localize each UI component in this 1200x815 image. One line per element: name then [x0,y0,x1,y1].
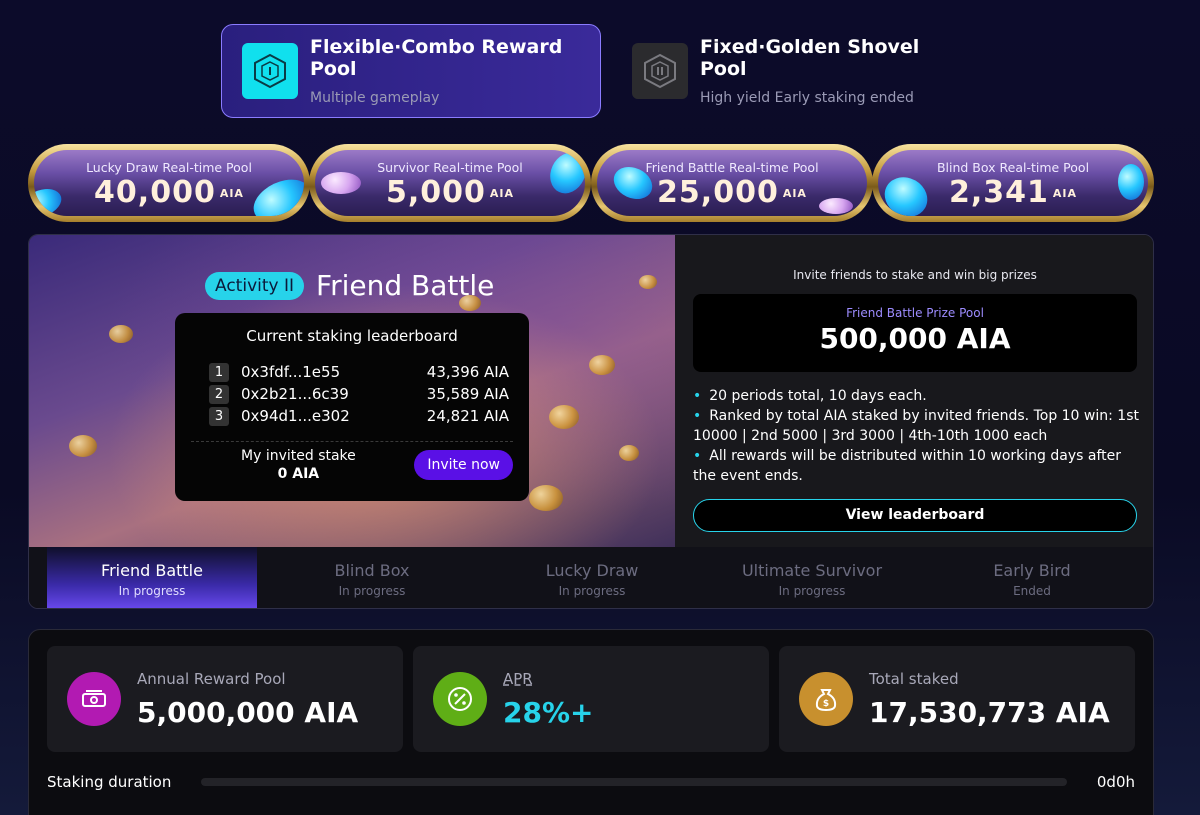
stake-amount: 43,396 AIA [426,363,509,381]
tab-friend-battle[interactable]: Friend Battle In progress [47,547,257,608]
gold-coin-decoration [619,445,639,461]
tab-lucky-draw[interactable]: Lucky Draw In progress [487,547,697,608]
prize-pool-box: Friend Battle Prize Pool 500,000 AIA [693,294,1137,372]
percent-icon [433,672,487,726]
stat-value: 28%+ [503,695,594,729]
view-leaderboard-button[interactable]: View leaderboard [693,499,1137,532]
duration-value: 0d0h [1096,773,1135,791]
cube-icon [632,43,688,99]
leaderboard-card: Current staking leaderboard 1 0x3fdf...1… [175,313,529,501]
my-stake-value: 0 AIA [277,466,320,482]
stat-label[interactable]: APR [503,670,593,688]
my-invited-stake: My invited stake 0 AIA [241,448,356,482]
tab-status: In progress [338,584,406,598]
tab-label: Lucky Draw [545,561,639,580]
stat-total-staked: $ Total staked 17,530,773 AIA [779,646,1135,752]
wallet-address: 0x2b21...6c39 [241,385,349,403]
stake-amount: 24,821 AIA [426,407,509,425]
tab-label: Early Bird [993,561,1071,580]
tab-status: In progress [558,584,626,598]
prize-pool-value: 500,000 AIA [819,322,1011,355]
pool-tab-flexible[interactable]: Flexible·Combo Reward Pool Multiple game… [221,24,601,118]
stat-value: 17,530,773 AIA [869,695,1110,729]
duration-label: Staking duration [47,773,172,791]
tab-label: Ultimate Survivor [741,561,883,580]
tab-ultimate-survivor[interactable]: Ultimate Survivor In progress [707,547,917,608]
activity-header: Activity II Friend Battle [205,269,494,302]
table-row: 2 0x2b21...6c39 35,589 AIA [191,383,513,405]
pool-label: Blind Box Real-time Pool [936,160,1090,175]
gold-coin-decoration [589,355,615,375]
rank-badge: 3 [209,406,229,426]
prize-pool-label: Friend Battle Prize Pool [846,306,984,320]
activity-title: Friend Battle [316,269,495,302]
rank-badge: 1 [209,362,229,382]
realtime-pool-survivor: Survivor Real-time Pool 5,000 AIA [309,144,591,222]
coin-icon [321,172,361,194]
table-row: 1 0x3fdf...1e55 43,396 AIA [191,361,513,383]
leaderboard-title: Current staking leaderboard [246,327,458,345]
realtime-pool-lucky-draw: Lucky Draw Real-time Pool 40,000 AIA [28,144,310,222]
pool-tab-fixed[interactable]: Fixed·Golden Shovel Pool High yield Earl… [612,24,972,118]
tab-status: Ended [1013,584,1051,598]
divider [191,441,513,442]
invite-now-button[interactable]: Invite now [414,450,513,480]
tab-blind-box[interactable]: Blind Box In progress [267,547,477,608]
stat-annual-reward-pool: Annual Reward Pool 5,000,000 AIA [47,646,403,752]
tab-label: Blind Box [334,561,410,580]
wallet-address: 0x3fdf...1e55 [241,363,341,381]
stat-label: Total staked [869,669,959,688]
my-stake-label: My invited stake [241,448,356,464]
activity-badge: Activity II [205,271,305,300]
tab-status: In progress [778,584,846,598]
activity-panel: Activity II Friend Battle Current stakin… [28,234,1154,609]
wallet-address: 0x94d1...e302 [241,407,350,425]
coin-icon [819,198,853,214]
pool-title: Fixed·Golden Shovel Pool [700,36,920,80]
gold-coin-decoration [109,325,133,343]
gold-coin-decoration [549,405,579,429]
money-stack-icon [67,672,121,726]
activity-tabs: Friend Battle In progress Blind Box In p… [29,547,1153,608]
stat-apr: APR 28%+ [413,646,769,752]
coin-icon [1118,164,1144,200]
rank-badge: 2 [209,384,229,404]
realtime-pool-blind-box: Blind Box Real-time Pool 2,341 AIA [872,144,1154,222]
tab-label: Friend Battle [101,561,203,580]
table-row: 3 0x94d1...e302 24,821 AIA [191,405,513,427]
gold-coin-decoration [69,435,97,457]
tab-early-bird[interactable]: Early Bird Ended [927,547,1137,608]
stake-amount: 35,589 AIA [426,385,509,403]
duration-progress-bar [201,778,1067,786]
gold-coin-decoration [529,485,563,511]
realtime-pool-friend-battle: Friend Battle Real-time Pool 25,000 AIA [591,144,873,222]
invite-caption: Invite friends to stake and win big priz… [793,268,1037,282]
rule-item: • All rewards will be distributed within … [693,448,1122,484]
cube-icon [242,43,298,99]
svg-text:$: $ [823,699,829,709]
rule-item: • 20 periods total, 10 days each. [693,388,927,404]
stat-value: 5,000,000 AIA [137,695,359,729]
gold-coin-decoration [639,275,657,289]
pool-label: Survivor Real-time Pool [377,160,523,175]
activity-details: Invite friends to stake and win big priz… [675,235,1153,547]
tab-status: In progress [118,584,186,598]
staking-duration: Staking duration 0d0h [47,773,1135,791]
stats-panel: Annual Reward Pool 5,000,000 AIA APR 28%… [28,629,1154,815]
money-bag-icon: $ [799,672,853,726]
stat-label: Annual Reward Pool [137,669,286,688]
pool-title: Flexible·Combo Reward Pool [310,36,563,80]
pool-label: Lucky Draw Real-time Pool [86,160,252,175]
pool-subtitle: High yield Early staking ended [700,90,914,106]
rules-list: • 20 periods total, 10 days each. • Ranked… [693,386,1139,486]
pool-subtitle: Multiple gameplay [310,90,440,106]
rule-item: • Ranked by total AIA staked by invited f… [693,408,1139,444]
